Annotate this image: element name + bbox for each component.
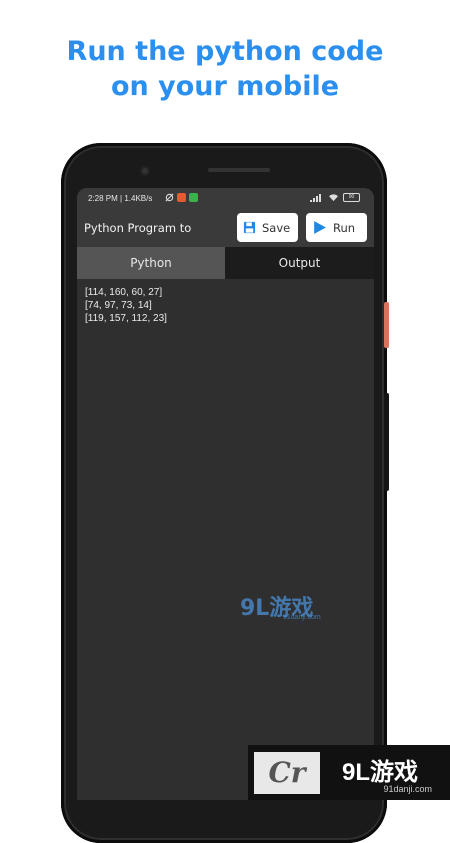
watermark-site: 91danji.com xyxy=(283,614,321,621)
app-notification-icon xyxy=(189,193,198,202)
power-button xyxy=(384,302,389,348)
save-button-label: Save xyxy=(262,220,291,235)
corner-site: 91danji.com xyxy=(383,784,432,794)
corner-brand: 9L游戏 xyxy=(342,758,419,786)
app-toolbar: Python Program to Save Run xyxy=(77,210,374,247)
status-notification-icons xyxy=(165,193,198,202)
phone-screen: 2:28 PM | 1.4KB/s 90 Python Program to S… xyxy=(77,188,374,800)
run-button[interactable]: Run xyxy=(306,213,367,242)
promo-headline: Run the python code on your mobile xyxy=(0,34,450,104)
status-time: 2:28 PM | 1.4KB/s xyxy=(88,194,153,203)
save-button[interactable]: Save xyxy=(237,213,298,242)
volume-button xyxy=(384,393,389,491)
wifi-icon xyxy=(329,193,338,201)
tab-bar: Python Output xyxy=(77,247,374,279)
front-camera xyxy=(140,166,150,176)
program-title: Python Program to xyxy=(84,221,192,235)
output-line: [119, 157, 112, 23] xyxy=(85,313,167,324)
corner-watermark: Cr 9L游戏 91danji.com xyxy=(248,745,450,800)
promo-line-1: Run the python code xyxy=(66,36,384,67)
output-line: [114, 160, 60, 27] xyxy=(85,287,163,298)
sync-off-icon xyxy=(165,193,174,202)
battery-icon: 90 xyxy=(343,193,360,202)
app-notification-icon xyxy=(177,193,186,202)
play-icon xyxy=(314,221,326,234)
earpiece-speaker xyxy=(208,168,270,172)
floppy-disk-icon xyxy=(243,221,256,234)
promo-line-2: on your mobile xyxy=(110,71,340,102)
output-console: [114, 160, 60, 27] [74, 97, 73, 14] [119… xyxy=(85,286,167,325)
tab-python[interactable]: Python xyxy=(77,247,225,279)
signal-icon xyxy=(310,193,321,202)
tab-output[interactable]: Output xyxy=(225,247,374,279)
run-button-label: Run xyxy=(333,220,356,235)
status-bar: 2:28 PM | 1.4KB/s 90 xyxy=(77,188,374,210)
corner-logo-badge: Cr xyxy=(254,751,320,794)
output-line: [74, 97, 73, 14] xyxy=(85,300,152,311)
status-system-icons: 90 xyxy=(310,193,360,202)
